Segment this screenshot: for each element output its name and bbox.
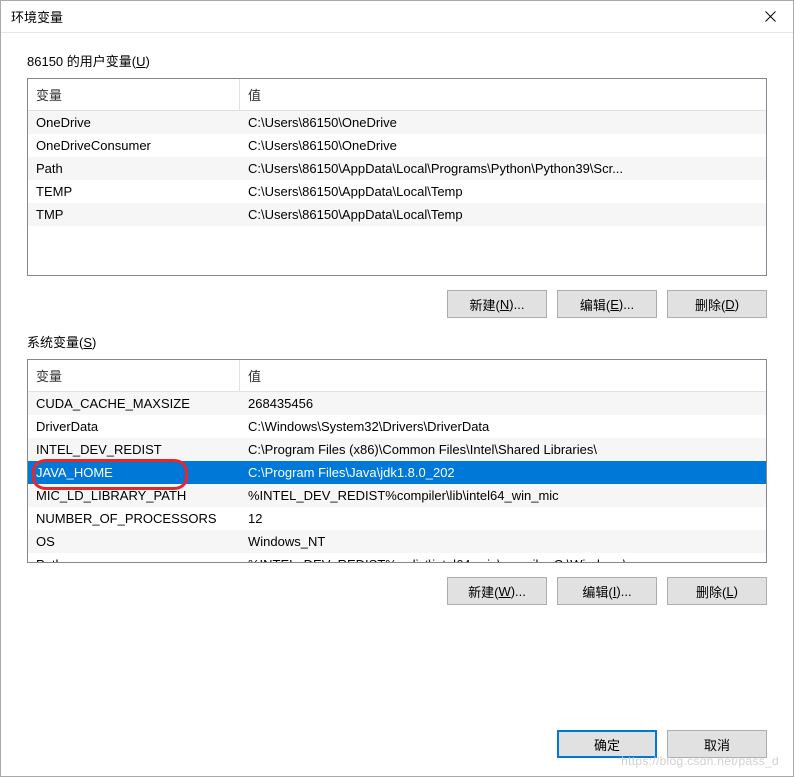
user-new-button[interactable]: 新建(N)...	[447, 290, 547, 318]
titlebar: 环境变量	[1, 1, 793, 33]
row-name: OneDriveConsumer	[28, 138, 240, 153]
row-value: C:\Program Files (x86)\Common Files\Inte…	[240, 442, 766, 457]
system-header-name[interactable]: 变量	[28, 360, 240, 391]
table-row[interactable]: NUMBER_OF_PROCESSORS12	[28, 507, 766, 530]
row-value: C:\Users\86150\AppData\Local\Programs\Py…	[240, 161, 766, 176]
ok-button[interactable]: 确定	[557, 730, 657, 758]
system-variables-table[interactable]: 变量 值 CUDA_CACHE_MAXSIZE268435456DriverDa…	[27, 359, 767, 563]
user-variables-group: 86150 的用户变量(U) 变量 值 OneDriveC:\Users\861…	[27, 51, 767, 318]
user-header-value[interactable]: 值	[240, 79, 766, 110]
row-value: %INTEL_DEV_REDIST%redist\intel64_win\com…	[240, 557, 766, 562]
row-name: Path	[28, 557, 240, 562]
table-row[interactable]: CUDA_CACHE_MAXSIZE268435456	[28, 392, 766, 415]
system-delete-button[interactable]: 删除(L)	[667, 577, 767, 605]
table-row[interactable]: DriverDataC:\Windows\System32\Drivers\Dr…	[28, 415, 766, 438]
system-header-value[interactable]: 值	[240, 360, 766, 391]
user-variables-table[interactable]: 变量 值 OneDriveC:\Users\86150\OneDriveOneD…	[27, 78, 767, 276]
table-row[interactable]: INTEL_DEV_REDISTC:\Program Files (x86)\C…	[28, 438, 766, 461]
row-value: Windows_NT	[240, 534, 766, 549]
system-new-button[interactable]: 新建(W)...	[447, 577, 547, 605]
row-name: OneDrive	[28, 115, 240, 130]
row-name: DriverData	[28, 419, 240, 434]
system-edit-button[interactable]: 编辑(I)...	[557, 577, 657, 605]
row-name: OS	[28, 534, 240, 549]
row-value: C:\Users\86150\AppData\Local\Temp	[240, 207, 766, 222]
user-header-name[interactable]: 变量	[28, 79, 240, 110]
table-row[interactable]: OneDriveC:\Users\86150\OneDrive	[28, 111, 766, 134]
row-name: Path	[28, 161, 240, 176]
row-value: C:\Windows\System32\Drivers\DriverData	[240, 419, 766, 434]
row-name: CUDA_CACHE_MAXSIZE	[28, 396, 240, 411]
close-button[interactable]	[747, 1, 793, 33]
dialog-footer: 确定 取消	[1, 716, 793, 776]
row-value: 268435456	[240, 396, 766, 411]
table-row[interactable]: PathC:\Users\86150\AppData\Local\Program…	[28, 157, 766, 180]
row-name: JAVA_HOME	[28, 465, 240, 480]
dialog-body: 86150 的用户变量(U) 变量 值 OneDriveC:\Users\861…	[1, 33, 793, 716]
user-table-body[interactable]: OneDriveC:\Users\86150\OneDriveOneDriveC…	[28, 111, 766, 275]
row-value: C:\Program Files\Java\jdk1.8.0_202	[240, 465, 766, 480]
system-variables-group: 系统变量(S) 变量 值 CUDA_CACHE_MAXSIZE268435456…	[27, 332, 767, 605]
row-value: C:\Users\86150\OneDrive	[240, 138, 766, 153]
system-variables-label: 系统变量(S)	[27, 332, 767, 351]
close-icon	[765, 11, 776, 22]
row-name: MIC_LD_LIBRARY_PATH	[28, 488, 240, 503]
system-table-body[interactable]: CUDA_CACHE_MAXSIZE268435456DriverDataC:\…	[28, 392, 766, 562]
window-title: 环境变量	[11, 7, 63, 26]
row-name: TEMP	[28, 184, 240, 199]
table-row[interactable]: OSWindows_NT	[28, 530, 766, 553]
row-name: TMP	[28, 207, 240, 222]
table-row[interactable]: TMPC:\Users\86150\AppData\Local\Temp	[28, 203, 766, 226]
user-delete-button[interactable]: 删除(D)	[667, 290, 767, 318]
row-value: C:\Users\86150\OneDrive	[240, 115, 766, 130]
row-value: C:\Users\86150\AppData\Local\Temp	[240, 184, 766, 199]
cancel-button[interactable]: 取消	[667, 730, 767, 758]
table-row[interactable]: TEMPC:\Users\86150\AppData\Local\Temp	[28, 180, 766, 203]
user-edit-button[interactable]: 编辑(E)...	[557, 290, 657, 318]
table-row[interactable]: MIC_LD_LIBRARY_PATH%INTEL_DEV_REDIST%com…	[28, 484, 766, 507]
table-row[interactable]: OneDriveConsumerC:\Users\86150\OneDrive	[28, 134, 766, 157]
table-row[interactable]: Path%INTEL_DEV_REDIST%redist\intel64_win…	[28, 553, 766, 562]
row-value: 12	[240, 511, 766, 526]
env-vars-dialog: 环境变量 86150 的用户变量(U) 变量 值 OneDriveC:\User…	[0, 0, 794, 777]
user-table-header: 变量 值	[28, 79, 766, 111]
system-table-header: 变量 值	[28, 360, 766, 392]
table-row[interactable]: JAVA_HOMEC:\Program Files\Java\jdk1.8.0_…	[28, 461, 766, 484]
row-name: INTEL_DEV_REDIST	[28, 442, 240, 457]
row-value: %INTEL_DEV_REDIST%compiler\lib\intel64_w…	[240, 488, 766, 503]
user-buttons-row: 新建(N)... 编辑(E)... 删除(D)	[27, 284, 767, 318]
system-buttons-row: 新建(W)... 编辑(I)... 删除(L)	[27, 571, 767, 605]
user-variables-label: 86150 的用户变量(U)	[27, 51, 767, 70]
row-name: NUMBER_OF_PROCESSORS	[28, 511, 240, 526]
